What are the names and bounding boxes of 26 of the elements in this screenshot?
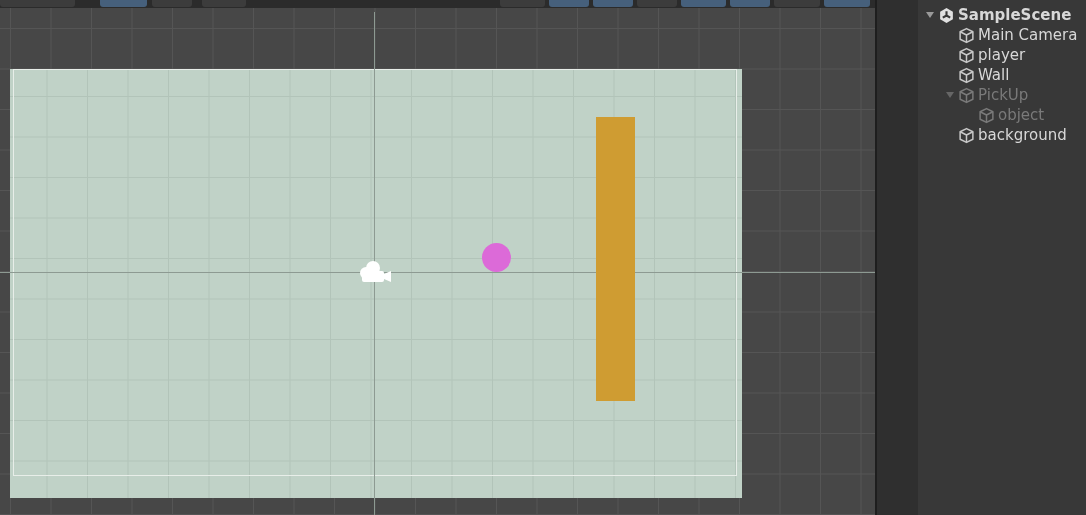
hierarchy-item[interactable]: Main Camera	[978, 26, 1078, 44]
toolbar-button[interactable]	[824, 0, 870, 7]
toolbar-button[interactable]	[549, 0, 589, 7]
cube-icon	[958, 46, 975, 64]
toolbar-button[interactable]	[500, 0, 545, 7]
toolbar-button[interactable]	[100, 0, 147, 7]
toolbar-button[interactable]	[202, 0, 246, 7]
hierarchy-item[interactable]: background	[978, 126, 1067, 144]
toolbar-button[interactable]	[152, 0, 192, 7]
toolbar-button[interactable]	[0, 0, 75, 7]
toolbar-button[interactable]	[730, 0, 770, 7]
scene-view[interactable]	[0, 0, 875, 515]
toolbar-button[interactable]	[681, 0, 726, 7]
toolbar-button[interactable]	[593, 0, 633, 7]
toolbar-button[interactable]	[774, 0, 820, 7]
cube-icon	[958, 26, 975, 44]
camera-icon	[358, 259, 393, 284]
cube-icon	[958, 126, 975, 144]
unity-logo-icon	[938, 6, 955, 24]
cube-icon	[978, 106, 995, 124]
toolbar-button[interactable]	[637, 0, 677, 7]
hierarchy-item[interactable]: player	[978, 46, 1026, 64]
hierarchy-item[interactable]: SampleScene	[958, 6, 1072, 24]
hierarchy-item[interactable]: Wall	[978, 66, 1010, 84]
cube-icon	[958, 66, 975, 84]
cube-icon	[958, 86, 975, 104]
